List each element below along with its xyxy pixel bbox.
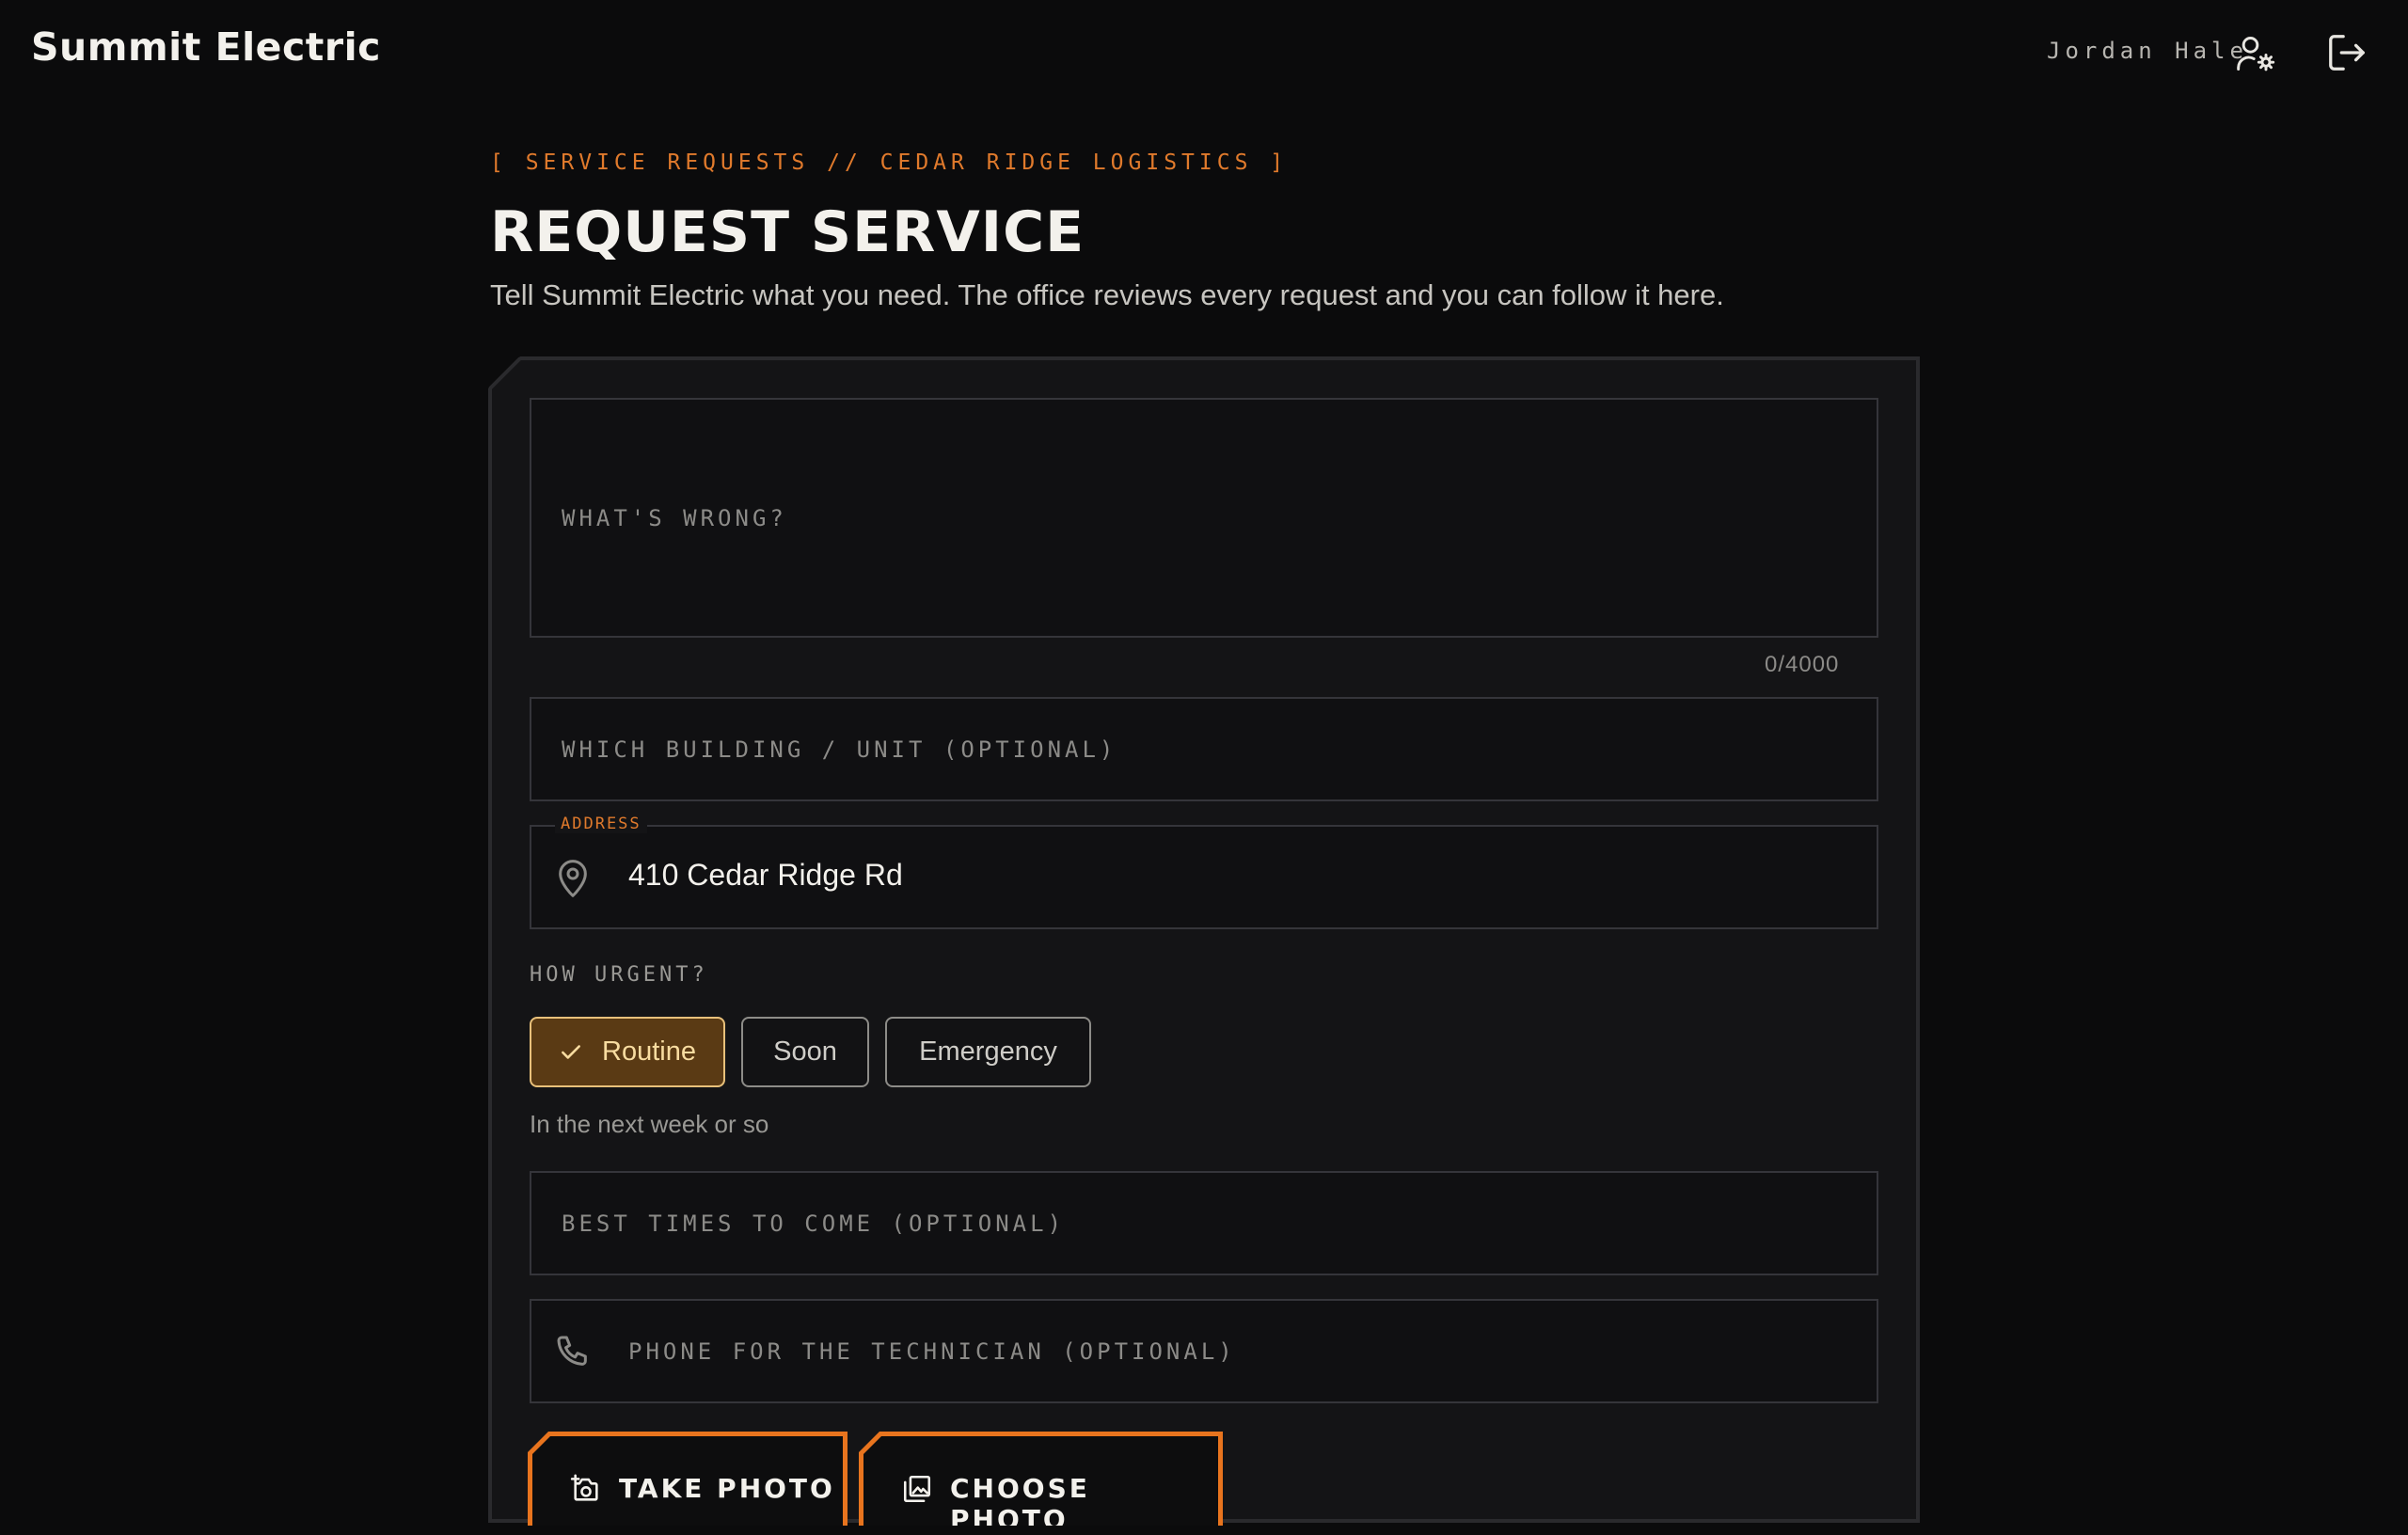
top-bar: Summit Electric Jordan Hale xyxy=(0,0,2408,103)
technician-phone-placeholder: PHONE FOR THE TECHNICIAN (OPTIONAL) xyxy=(628,1338,1236,1365)
page-title: REQUEST SERVICE xyxy=(490,199,1085,265)
technician-phone-input[interactable]: PHONE FOR THE TECHNICIAN (OPTIONAL) xyxy=(530,1299,1878,1403)
urgency-option-emergency[interactable]: Emergency xyxy=(885,1017,1091,1087)
take-photo-button[interactable]: TAKE PHOTO xyxy=(528,1432,848,1526)
character-counter: 0/4000 xyxy=(1765,652,1840,677)
choose-photo-button[interactable]: CHOOSE PHOTO xyxy=(859,1432,1223,1526)
best-times-placeholder: BEST TIMES TO COME (OPTIONAL) xyxy=(562,1211,1066,1237)
building-unit-input[interactable]: WHICH BUILDING / UNIT (OPTIONAL) xyxy=(530,697,1878,801)
urgency-option-label: Routine xyxy=(602,1037,696,1067)
take-photo-label: TAKE PHOTO xyxy=(619,1473,835,1504)
urgency-option-soon[interactable]: Soon xyxy=(741,1017,869,1087)
camera-icon xyxy=(570,1473,602,1510)
description-textarea[interactable]: WHAT'S WRONG? xyxy=(530,398,1878,638)
address-label: ADDRESS xyxy=(555,815,647,833)
card-corner-accent xyxy=(488,356,522,390)
description-placeholder: WHAT'S WRONG? xyxy=(562,505,787,531)
urgency-option-label: Soon xyxy=(773,1037,837,1067)
building-unit-placeholder: WHICH BUILDING / UNIT (OPTIONAL) xyxy=(562,736,1117,763)
logout-icon[interactable] xyxy=(2325,31,2368,74)
best-times-input[interactable]: BEST TIMES TO COME (OPTIONAL) xyxy=(530,1171,1878,1275)
map-pin-icon xyxy=(554,858,592,904)
urgency-option-label: Emergency xyxy=(919,1037,1057,1067)
urgency-label: HOW URGENT? xyxy=(530,963,708,987)
address-value: 410 Cedar Ridge Rd xyxy=(628,858,903,892)
urgency-hint: In the next week or so xyxy=(530,1110,769,1138)
gallery-icon xyxy=(901,1473,933,1510)
brand-name: Summit Electric xyxy=(31,24,381,70)
breadcrumb: [ SERVICE REQUESTS // CEDAR RIDGE LOGIST… xyxy=(490,150,1289,175)
urgency-option-routine[interactable]: Routine xyxy=(530,1017,725,1087)
phone-icon xyxy=(554,1333,592,1375)
user-name: Jordan Hale xyxy=(2047,38,2248,64)
check-icon xyxy=(559,1040,583,1065)
page-subtitle: Tell Summit Electric what you need. The … xyxy=(490,278,1724,311)
user-gear-icon[interactable] xyxy=(2235,33,2276,74)
choose-photo-label: CHOOSE PHOTO xyxy=(950,1473,1090,1535)
address-input[interactable]: 410 Cedar Ridge Rd xyxy=(530,825,1878,929)
